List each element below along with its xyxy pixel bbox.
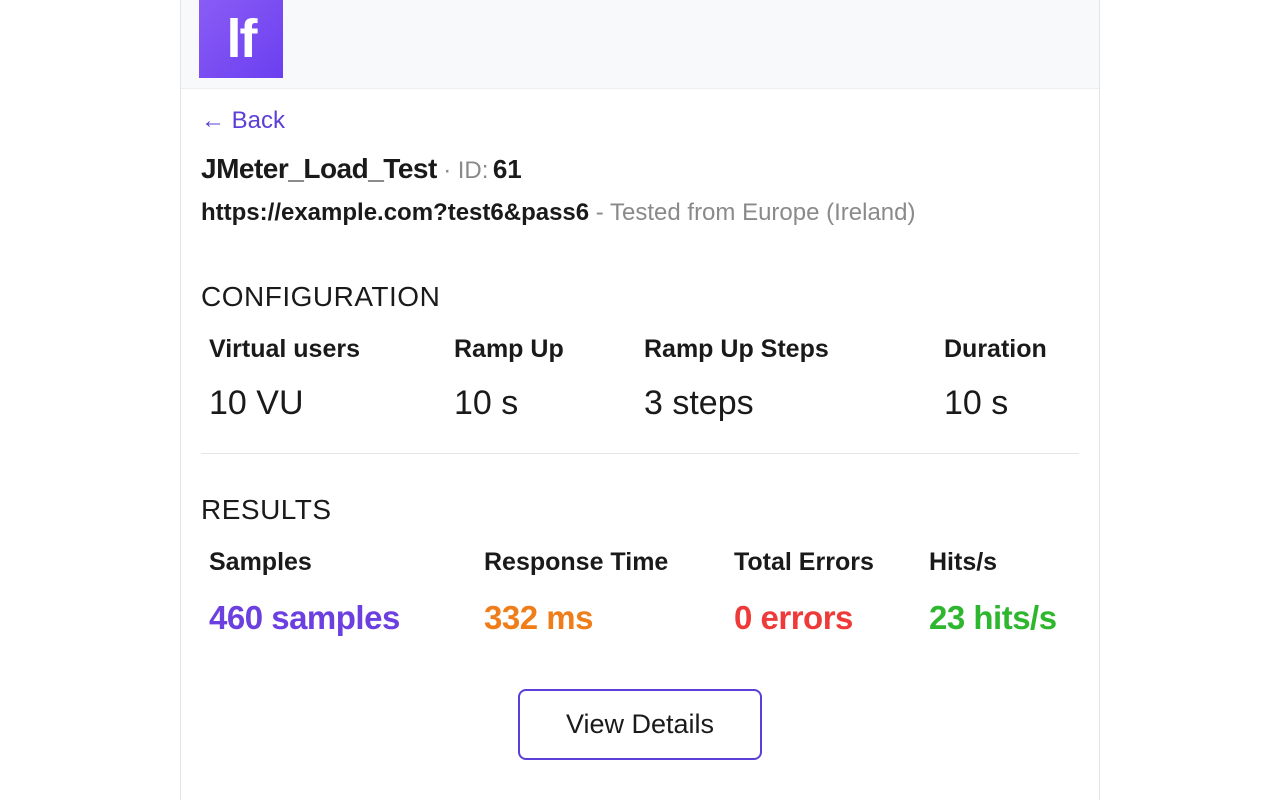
config-value: 10 s xyxy=(454,384,634,423)
result-label: Response Time xyxy=(484,548,724,577)
page-title: JMeter_Load_Test · ID: 61 xyxy=(201,153,1079,185)
results-grid: Samples 460 samples Response Time 332 ms… xyxy=(201,548,1079,677)
result-value: 332 ms xyxy=(484,599,724,637)
config-virtual-users: Virtual users 10 VU xyxy=(209,335,444,423)
view-details-button[interactable]: View Details xyxy=(518,689,762,760)
config-label: Duration xyxy=(944,335,1071,364)
topbar: lf xyxy=(181,0,1099,89)
tested-url: https://example.com?test6&pass6 xyxy=(201,199,589,226)
config-value: 10 VU xyxy=(209,384,444,423)
id-label: ID: xyxy=(458,157,489,184)
result-label: Total Errors xyxy=(734,548,919,577)
result-samples: Samples 460 samples xyxy=(209,548,474,637)
config-duration: Duration 10 s xyxy=(944,335,1071,423)
result-response-time: Response Time 332 ms xyxy=(484,548,724,637)
configuration-grid: Virtual users 10 VU Ramp Up 10 s Ramp Up… xyxy=(201,335,1079,454)
title-separator: · xyxy=(443,157,451,184)
url-row: https://example.com?test6&pass6 - Tested… xyxy=(201,199,1079,227)
test-location: - Tested from Europe (Ireland) xyxy=(589,199,915,226)
result-total-errors: Total Errors 0 errors xyxy=(734,548,919,637)
config-value: 10 s xyxy=(944,384,1071,423)
app-logo: lf xyxy=(199,0,283,78)
results-heading: RESULTS xyxy=(201,494,1079,526)
config-label: Virtual users xyxy=(209,335,444,364)
config-label: Ramp Up Steps xyxy=(644,335,934,364)
result-label: Samples xyxy=(209,548,474,577)
result-value: 23 hits/s xyxy=(929,599,1071,637)
result-value: 460 samples xyxy=(209,599,474,637)
result-value: 0 errors xyxy=(734,599,919,637)
test-name: JMeter_Load_Test xyxy=(201,153,437,184)
back-link[interactable]: ← Back xyxy=(201,107,285,135)
config-ramp-up: Ramp Up 10 s xyxy=(454,335,634,423)
result-label: Hits/s xyxy=(929,548,1071,577)
id-value: 61 xyxy=(493,154,522,184)
result-hits-per-sec: Hits/s 23 hits/s xyxy=(929,548,1071,637)
config-value: 3 steps xyxy=(644,384,934,423)
config-label: Ramp Up xyxy=(454,335,634,364)
configuration-heading: CONFIGURATION xyxy=(201,281,1079,313)
config-ramp-up-steps: Ramp Up Steps 3 steps xyxy=(644,335,934,423)
